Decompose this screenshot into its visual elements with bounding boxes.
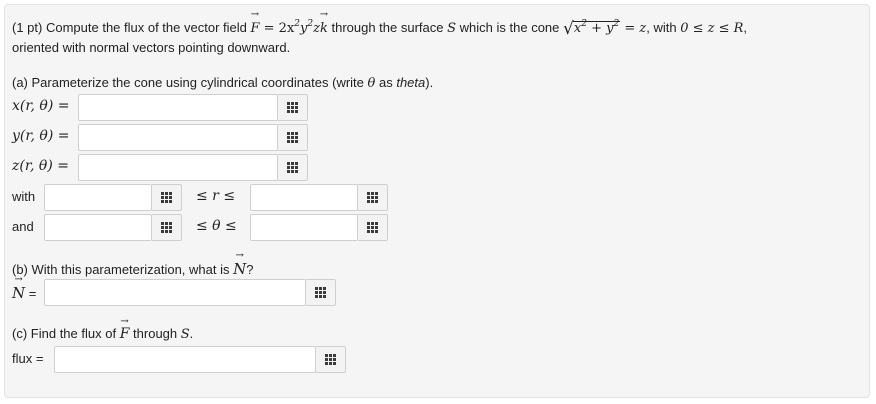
theta-lower-input[interactable] (44, 214, 152, 241)
z-param-input[interactable] (78, 154, 278, 181)
and-label: and (12, 219, 34, 234)
grid-icon (287, 162, 298, 173)
vector-field-expression: F = 2x2y2zk (250, 19, 328, 39)
cone-equation: √x2 + y2 = z (563, 18, 647, 39)
part-c-prompt: (c) Find the flux of F through S. (12, 326, 193, 342)
points-label: (1 pt) (12, 20, 43, 35)
y-param-input[interactable] (78, 124, 278, 151)
flux-equation-button[interactable] (316, 346, 346, 373)
surface-symbol: S (447, 21, 457, 36)
grid-icon (367, 192, 378, 203)
grid-icon (287, 102, 298, 113)
normal-equation-button[interactable] (306, 279, 336, 306)
unit-vector-k: k (320, 19, 328, 39)
theta-upper-input[interactable] (250, 214, 358, 241)
which-text: which is the cone (459, 20, 560, 35)
x-param-input[interactable] (78, 94, 278, 121)
x-param-equation-button[interactable] (278, 94, 308, 121)
with-label: with (12, 189, 36, 204)
normal-input[interactable] (44, 279, 306, 306)
with-comma: , with (646, 20, 677, 35)
flux-label: flux = (12, 351, 44, 366)
normal-label: N = (12, 284, 36, 302)
field-symbol-F: F (250, 19, 259, 39)
problem-statement-line2: oriented with normal vectors pointing do… (12, 40, 291, 55)
r-inequality: ≤ r ≤ (196, 188, 236, 204)
flux-input[interactable] (54, 346, 316, 373)
grid-icon (325, 354, 336, 365)
z-param-label: z(r, θ) = (12, 158, 69, 174)
normal-symbol: N (233, 260, 246, 278)
grid-icon (367, 222, 378, 233)
part-b-prompt: (b) With this parameterization, what is … (12, 260, 253, 278)
r-upper-input[interactable] (250, 184, 358, 211)
y-param-equation-button[interactable] (278, 124, 308, 151)
z-param-equation-button[interactable] (278, 154, 308, 181)
x-param-label: x(r, θ) = (12, 98, 70, 114)
problem-statement: (1 pt) Compute the flux of the vector fi… (12, 18, 747, 39)
r-lower-input[interactable] (44, 184, 152, 211)
part-a-prompt: (a) Parameterize the cone using cylindri… (12, 75, 434, 91)
grid-icon (287, 132, 298, 143)
r-upper-equation-button[interactable] (358, 184, 388, 211)
sqrt-term: x2 + y2 (572, 18, 621, 36)
grid-icon (161, 222, 172, 233)
r-lower-equation-button[interactable] (152, 184, 182, 211)
field-symbol-F: F (120, 326, 130, 342)
part-c-label: (c) (12, 326, 28, 341)
grid-icon (315, 287, 326, 298)
y-param-label: y(r, θ) = (12, 128, 70, 144)
grid-icon (161, 192, 172, 203)
part-a-label: (a) (12, 75, 28, 90)
theta-lower-equation-button[interactable] (152, 214, 182, 241)
z-range: 0 ≤ z ≤ R (680, 21, 744, 36)
theta-inequality: ≤ θ ≤ (196, 218, 237, 234)
intro-text: Compute the flux of the vector field (45, 20, 247, 35)
theta-upper-equation-button[interactable] (358, 214, 388, 241)
through-text: through the surface (331, 20, 444, 35)
